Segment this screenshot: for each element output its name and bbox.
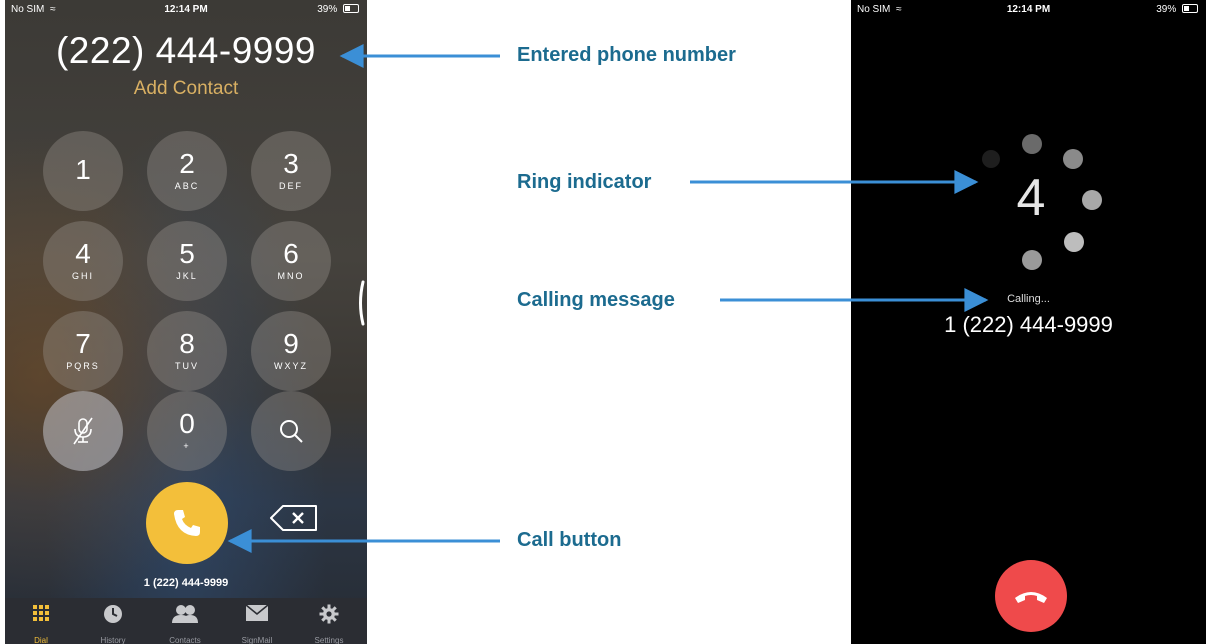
callout-ring-indicator: Ring indicator bbox=[517, 171, 652, 193]
callout-calling-message: Calling message bbox=[517, 289, 675, 311]
callout-entered-number: Entered phone number bbox=[517, 44, 736, 66]
callout-call-button: Call button bbox=[517, 529, 622, 551]
